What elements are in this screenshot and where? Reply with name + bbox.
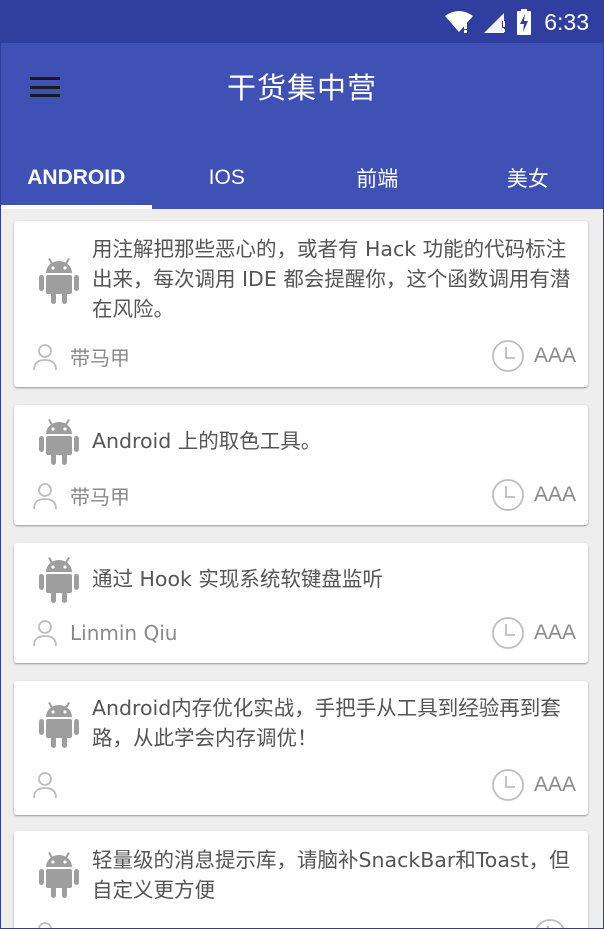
person-icon xyxy=(33,482,57,509)
author-name: 带马甲 xyxy=(70,346,130,370)
person-icon xyxy=(33,772,57,799)
app-screen: 6:33 干货集中营 ANDROID IOS 前端 美女 用注解把那些恶心的，或… xyxy=(0,0,604,929)
publish-time: AAA xyxy=(533,621,576,644)
status-bar: 6:33 xyxy=(1,1,603,43)
status-time: 6:33 xyxy=(544,8,589,35)
tab-android[interactable]: ANDROID xyxy=(1,146,152,209)
status-icons: 6:33 xyxy=(444,7,589,37)
item-description: 用注解把那些恶心的，或者有 Hack 功能的代码标注出来，每次调用 IDE 都会… xyxy=(92,237,571,321)
clock-icon xyxy=(492,769,524,801)
list-item[interactable]: 通过 Hook 实现系统软键盘监听 Linmin Qiu AAA xyxy=(14,543,588,663)
publish-time: AAA xyxy=(533,773,576,796)
android-icon xyxy=(39,702,79,748)
clock-icon xyxy=(535,919,565,928)
app-title: 干货集中营 xyxy=(226,71,377,105)
android-icon xyxy=(39,258,79,304)
author-name: Linmin Qiu xyxy=(70,621,178,645)
item-description: 通过 Hook 实现系统软键盘监听 xyxy=(92,567,383,591)
list-item[interactable]: 轻量级的消息提示库，请脑补SnackBar和Toast，但自定义更方便 xyxy=(14,831,588,928)
app-bar: 干货集中营 ANDROID IOS 前端 美女 xyxy=(1,43,603,209)
time-row: AAA xyxy=(491,339,576,373)
item-description: Android 上的取色工具。 xyxy=(92,429,322,453)
android-icon xyxy=(39,852,79,898)
tab-bar: ANDROID IOS 前端 美女 xyxy=(1,146,603,209)
author-row xyxy=(32,921,70,928)
time-row xyxy=(533,918,576,928)
tab-girls[interactable]: 美女 xyxy=(453,146,604,209)
tab-indicator xyxy=(1,205,152,209)
author-name: 带马甲 xyxy=(70,485,130,509)
time-row: AAA xyxy=(491,616,576,650)
clock-icon xyxy=(492,617,524,649)
person-icon xyxy=(33,620,57,647)
time-row: AAA xyxy=(491,768,576,802)
person-icon xyxy=(38,922,52,928)
publish-time: AAA xyxy=(533,344,576,367)
list-item[interactable]: Android内存优化实战，手把手从工具到经验再到套路，从此学会内存调优！ AA… xyxy=(14,681,588,815)
list-item[interactable]: 用注解把那些恶心的，或者有 Hack 功能的代码标注出来，每次调用 IDE 都会… xyxy=(14,221,588,387)
cell-signal-icon xyxy=(484,13,506,33)
tab-ios[interactable]: IOS xyxy=(152,146,303,209)
android-icon xyxy=(39,419,79,465)
person-icon xyxy=(33,343,57,370)
publish-time: AAA xyxy=(533,483,576,506)
time-row: AAA xyxy=(491,478,576,512)
author-row: 带马甲 xyxy=(32,481,130,510)
list-item[interactable]: Android 上的取色工具。 带马甲 AAA xyxy=(14,405,588,525)
author-row: 带马甲 xyxy=(32,342,130,371)
clock-icon xyxy=(492,479,524,511)
item-description: Android内存优化实战，手把手从工具到经验再到套路，从此学会内存调优！ xyxy=(92,696,561,750)
battery-charging-icon xyxy=(517,9,532,35)
item-description: 轻量级的消息提示库，请脑补SnackBar和Toast，但自定义更方便 xyxy=(92,848,570,902)
android-icon xyxy=(39,557,79,603)
wifi-icon xyxy=(445,11,474,33)
tab-frontend[interactable]: 前端 xyxy=(302,146,453,209)
author-row: Linmin Qiu xyxy=(32,619,177,647)
author-row xyxy=(32,771,70,799)
clock-icon xyxy=(492,340,524,372)
